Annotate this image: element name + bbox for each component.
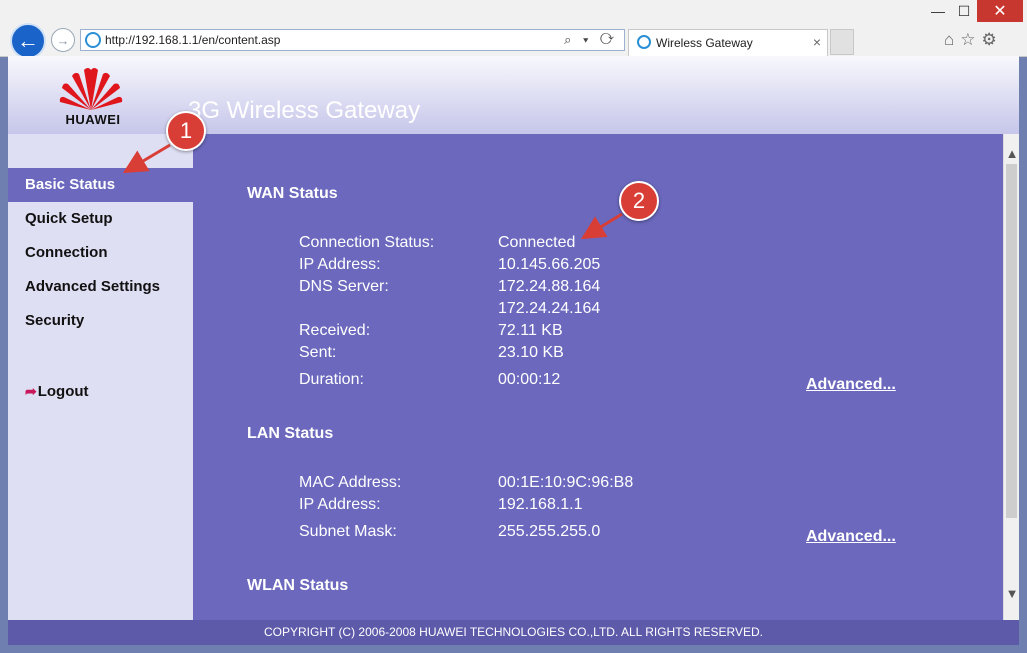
annotation-badge-2: 2 bbox=[619, 181, 659, 221]
browser-window: — ☐ ✕ ← → http://192.168.1.1/en/content.… bbox=[0, 0, 1027, 653]
annotation-arrow-1 bbox=[122, 143, 171, 174]
annotation-arrow-2 bbox=[580, 212, 623, 240]
annotation-arrows bbox=[122, 143, 623, 240]
annotation-badge-1: 1 bbox=[166, 111, 206, 151]
